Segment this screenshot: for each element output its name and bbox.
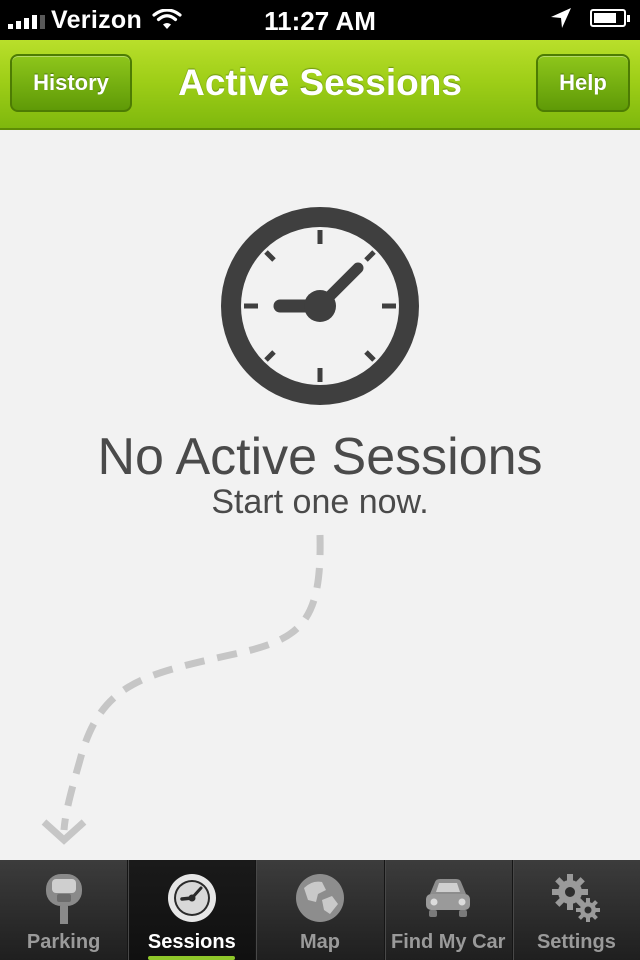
clock-icon [221,207,419,405]
tab-map[interactable]: Map [255,860,383,960]
car-icon [426,879,471,917]
empty-state-title: No Active Sessions [97,428,543,486]
tab-label: Map [300,931,340,953]
parking-meter-icon [45,874,82,924]
status-bar: Verizon 11:27 AM [0,0,640,40]
tab-label: Parking [26,931,101,953]
tab-sessions[interactable]: Sessions [127,860,256,960]
tab-label: Settings [536,931,616,953]
empty-state-subtitle: Start one now. [211,483,429,521]
help-button[interactable]: Help [536,54,630,112]
tab-find-my-car[interactable]: Find My Car [383,860,512,960]
tab-bar: Parking Sessions Map Find My Car Setting… [0,860,640,960]
clock-icon [167,874,216,922]
gears-icon [552,874,601,922]
location-arrow-icon [551,8,571,28]
navigation-bar: History Active Sessions Help [0,40,640,130]
status-time: 11:27 AM [264,6,376,36]
tab-settings[interactable]: Settings [511,860,640,960]
battery-icon [590,9,630,27]
dashed-arrow-icon [41,534,324,845]
tab-label: Find My Car [390,931,506,953]
empty-state: No Active Sessions Start one now. [0,130,640,860]
tab-parking[interactable]: Parking [0,860,127,960]
globe-icon [296,874,344,922]
tab-label: Sessions [147,931,236,953]
